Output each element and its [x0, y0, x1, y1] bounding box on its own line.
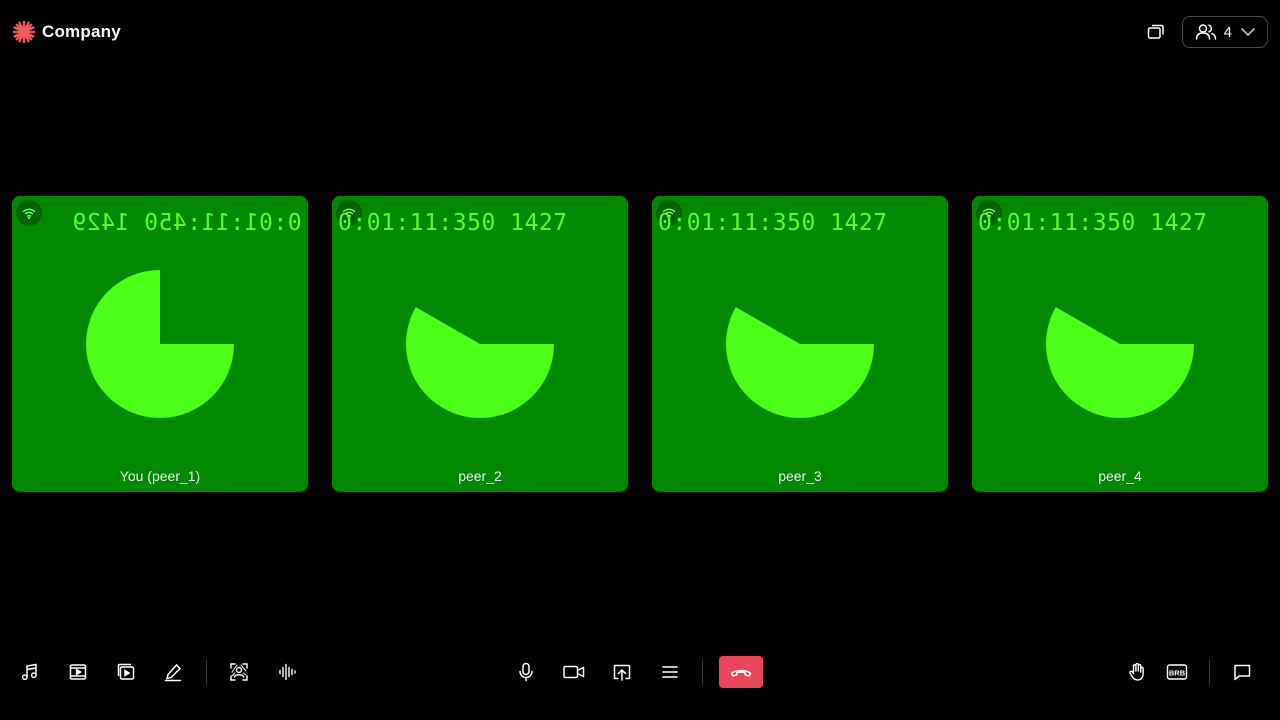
participants-button[interactable]: 4	[1181, 16, 1268, 48]
video-pie-graphic	[1046, 307, 1194, 419]
hang-up-icon	[730, 669, 752, 677]
virtual-background-button[interactable]	[223, 656, 255, 688]
participants-count: 4	[1223, 23, 1232, 41]
menu-icon	[662, 666, 678, 678]
microphone-button[interactable]	[510, 656, 542, 688]
microphone-icon	[519, 662, 533, 682]
video-timestamp: 0:01:11:350 1427	[338, 210, 568, 236]
pie-slice	[1046, 307, 1194, 419]
video-tile-peer-2[interactable]: 0:01:11:350 1427 peer_2	[332, 196, 628, 492]
pie-slice	[86, 270, 234, 418]
video-play-icon	[69, 664, 87, 680]
virtual-background-icon	[230, 663, 248, 681]
noise-suppression-button[interactable]	[271, 656, 303, 688]
music-icon	[21, 663, 37, 681]
pie-slice	[406, 307, 554, 419]
screen-share-button[interactable]	[606, 656, 638, 688]
video-timestamp: 0:01:11:350 1427	[978, 210, 1208, 236]
camera-button[interactable]	[558, 656, 590, 688]
video-timestamp: 0:01:11:350 1427	[658, 210, 888, 236]
toolbar-divider	[1209, 660, 1210, 686]
pencil-icon	[164, 663, 182, 682]
participant-name: You (peer_1)	[119, 468, 201, 484]
brb-label: BRB	[1169, 668, 1186, 677]
video-grid: 0:01:11:450 1429 You (peer_1) 0:01:11:35…	[12, 196, 1268, 492]
music-button[interactable]	[14, 656, 46, 688]
video-play-button[interactable]	[62, 656, 94, 688]
video-tile-peer-1[interactable]: 0:01:11:450 1429 You (peer_1)	[12, 196, 308, 492]
audio-waveform-icon	[279, 663, 296, 681]
network-quality-badge	[16, 200, 42, 226]
whiteboard-button[interactable]	[157, 656, 189, 688]
playlist-icon	[117, 663, 135, 680]
top-bar: Company 4	[0, 0, 1280, 64]
video-tile-peer-3[interactable]: 0:01:11:350 1427 peer_3	[652, 196, 948, 492]
raise-hand-button[interactable]	[1121, 656, 1153, 688]
playlist-button[interactable]	[110, 656, 142, 688]
chevron-down-icon	[1241, 28, 1255, 37]
leave-call-button[interactable]	[719, 656, 763, 688]
screen-share-icon	[613, 664, 631, 681]
raise-hand-icon	[1129, 662, 1144, 681]
participant-name: peer_3	[778, 468, 822, 484]
video-timestamp: 0:01:11:450 1429	[72, 210, 302, 236]
video-pie-graphic	[406, 307, 554, 419]
people-icon	[1195, 24, 1216, 40]
video-pie-graphic	[86, 270, 234, 418]
toolbar-divider	[206, 660, 207, 686]
participant-name: peer_4	[1098, 468, 1142, 484]
video-tile-peer-4[interactable]: 0:01:11:350 1427 peer_4	[972, 196, 1268, 492]
pie-slice	[726, 307, 874, 419]
control-bar: BRB	[0, 648, 1280, 696]
toolbar-divider	[702, 660, 703, 686]
brb-button[interactable]: BRB	[1161, 656, 1193, 688]
camera-icon	[563, 665, 585, 679]
chat-button[interactable]	[1226, 656, 1258, 688]
chat-icon	[1234, 664, 1251, 681]
layout-switch-button[interactable]	[1140, 16, 1172, 48]
brand-name: Company	[42, 22, 121, 41]
wifi-icon	[22, 208, 36, 220]
sunburst-logo-icon	[12, 20, 36, 44]
participant-name: peer_2	[458, 468, 502, 484]
brand-logo: Company	[12, 20, 121, 44]
layout-switch-icon	[1147, 24, 1164, 39]
brb-icon: BRB	[1166, 664, 1188, 680]
video-pie-graphic	[726, 307, 874, 419]
more-options-button[interactable]	[654, 656, 686, 688]
